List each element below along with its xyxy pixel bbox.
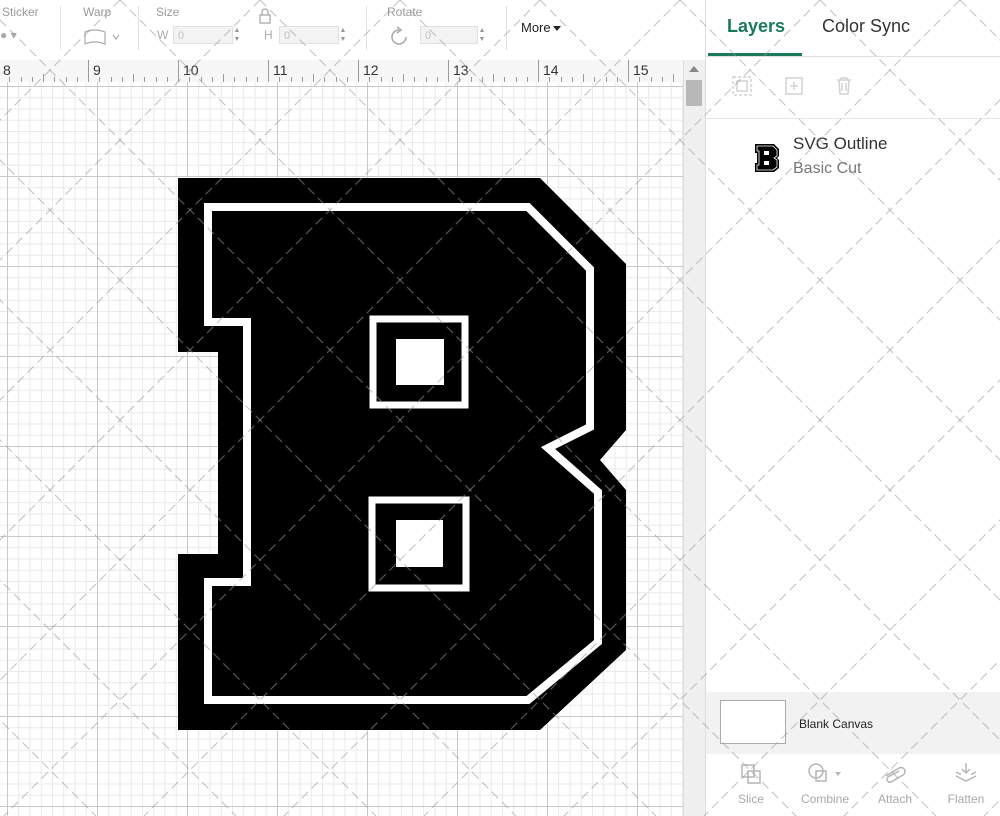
ruler-tick bbox=[448, 60, 449, 82]
scroll-thumb[interactable] bbox=[686, 80, 702, 106]
design-canvas[interactable] bbox=[0, 82, 683, 816]
layers-panel: Layers Color Sync SVG Outline Basic Cut … bbox=[705, 0, 1000, 816]
caret-down-icon bbox=[552, 26, 561, 32]
slice-button[interactable]: Slice bbox=[721, 760, 781, 806]
more-button[interactable]: More bbox=[521, 20, 561, 35]
group-icon[interactable] bbox=[730, 74, 754, 98]
toolbar-divider bbox=[506, 6, 507, 50]
ruler-tick bbox=[583, 74, 584, 82]
tabs-divider bbox=[706, 56, 1000, 57]
blank-canvas-row[interactable]: Blank Canvas bbox=[706, 692, 1000, 754]
ruler-tick bbox=[493, 74, 494, 82]
combine-label: Combine bbox=[800, 792, 850, 806]
canvas-color-swatch[interactable] bbox=[720, 700, 786, 744]
height-label: H bbox=[264, 28, 273, 42]
rotate-label: Rotate bbox=[387, 5, 423, 19]
combine-icon bbox=[808, 763, 841, 782]
width-stepper[interactable]: ▲ ▼ bbox=[231, 26, 243, 44]
ruler-tick bbox=[178, 60, 179, 82]
attach-label: Attach bbox=[877, 792, 913, 806]
width-input[interactable]: 0 bbox=[173, 26, 233, 44]
slice-icon bbox=[741, 764, 761, 784]
slice-label: Slice bbox=[737, 792, 764, 806]
ruler-tick bbox=[133, 74, 134, 82]
trash-icon[interactable] bbox=[832, 74, 856, 98]
ruler-number: 12 bbox=[363, 62, 379, 78]
combine-button[interactable]: Combine bbox=[795, 760, 855, 806]
ruler-tick bbox=[403, 74, 404, 82]
layer-thumbnail bbox=[754, 143, 780, 178]
ruler-tick bbox=[88, 60, 89, 82]
flatten-icon bbox=[955, 763, 977, 782]
size-label: Size bbox=[156, 5, 180, 19]
toolbar-divider bbox=[60, 6, 61, 50]
duplicate-icon[interactable] bbox=[782, 74, 806, 98]
layer-actions-bar: Slice Combine Attach Flatten bbox=[706, 754, 1000, 816]
toolbar-divider bbox=[366, 6, 367, 50]
flatten-button[interactable]: Flatten bbox=[936, 760, 996, 806]
flatten-label: Flatten bbox=[947, 792, 985, 806]
canvas-scrollbar[interactable] bbox=[683, 60, 705, 816]
lock-icon[interactable] bbox=[258, 8, 272, 29]
ruler-tick bbox=[268, 60, 269, 82]
ruler-number: 10 bbox=[183, 62, 199, 78]
scroll-up-arrow-icon[interactable] bbox=[689, 66, 699, 72]
horizontal-ruler: 8 9 10 11 12 13 14 15 bbox=[0, 60, 683, 83]
width-label: W bbox=[157, 28, 169, 42]
layer-operation: Basic Cut bbox=[793, 160, 862, 177]
ruler-tick bbox=[673, 74, 674, 82]
ruler-tick bbox=[538, 60, 539, 82]
attach-button[interactable]: Attach bbox=[865, 760, 925, 806]
ruler-number: 9 bbox=[93, 62, 101, 78]
layers-divider bbox=[706, 118, 1000, 119]
tab-color-sync[interactable]: Color Sync bbox=[822, 16, 910, 37]
warp-icon[interactable] bbox=[83, 28, 120, 51]
ruler-tick bbox=[313, 74, 314, 82]
rotate-input[interactable]: 0 bbox=[420, 26, 478, 44]
tab-layers[interactable]: Layers bbox=[727, 16, 785, 37]
ruler-number: 11 bbox=[273, 62, 288, 78]
edit-toolbar: Sticker ● ▾ Warp Size W 0 ▲ ▼ H 0 ▲ ▼ Rota… bbox=[0, 0, 705, 61]
toolbar-divider bbox=[138, 6, 139, 50]
warp-label: Warp bbox=[83, 5, 112, 19]
sticker-label: Sticker bbox=[2, 5, 39, 19]
height-input[interactable]: 0 bbox=[279, 26, 339, 44]
ruler-number: 13 bbox=[453, 62, 469, 78]
blank-canvas-label: Blank Canvas bbox=[799, 717, 874, 731]
rotate-stepper[interactable]: ▲ ▼ bbox=[476, 26, 488, 44]
attach-icon bbox=[885, 766, 906, 783]
ruler-tick bbox=[223, 74, 224, 82]
height-stepper[interactable]: ▲ ▼ bbox=[337, 26, 349, 44]
ruler-number: 15 bbox=[633, 62, 649, 78]
rotate-icon[interactable] bbox=[388, 26, 410, 53]
layer-item[interactable]: SVG Outline Basic Cut bbox=[706, 126, 1000, 186]
ruler-number: 8 bbox=[3, 62, 11, 78]
sticker-dropdown[interactable]: ● ▾ bbox=[0, 28, 17, 42]
ruler-tick bbox=[43, 74, 44, 82]
more-label: More bbox=[521, 20, 551, 35]
layer-name: SVG Outline bbox=[793, 134, 888, 153]
ruler-number: 14 bbox=[543, 62, 559, 78]
ruler-tick bbox=[628, 60, 629, 82]
letter-b-shape[interactable] bbox=[0, 82, 683, 816]
ruler-tick bbox=[358, 60, 359, 82]
